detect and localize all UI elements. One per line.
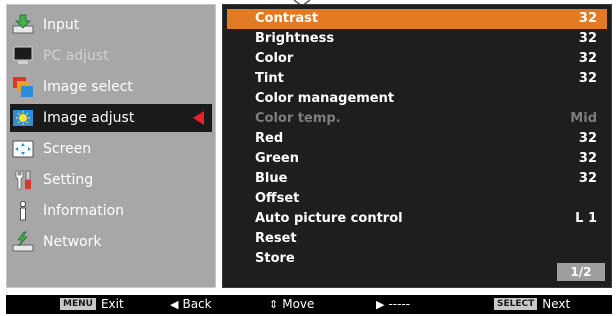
menu-label-image-select: Image select — [43, 79, 133, 95]
menu-label-pc-adjust: PC adjust — [43, 48, 109, 64]
menu-label-screen: Screen — [43, 141, 92, 157]
menu-item-pc-adjust[interactable]: PC adjust — [10, 42, 212, 70]
row-label-brightness: Brightness — [255, 31, 335, 46]
row-reset[interactable]: Reset — [227, 229, 607, 249]
up-down-arrow-icon: ⇕ — [269, 297, 279, 311]
row-value-tint: 32 — [578, 71, 597, 86]
menu-label-setting: Setting — [43, 172, 94, 188]
select-key-icon: SELECT — [494, 298, 538, 310]
row-color-management[interactable]: Color management — [227, 89, 607, 109]
row-label-contrast: Contrast — [255, 11, 319, 26]
row-label-store: Store — [255, 251, 295, 266]
menu-item-network[interactable]: Network — [10, 228, 212, 256]
row-color[interactable]: Color 32 — [227, 49, 607, 69]
information-icon — [19, 201, 26, 221]
menu-label-image-adjust: Image adjust — [43, 110, 135, 126]
input-icon — [12, 14, 34, 34]
hint-exit: MENU Exit — [60, 297, 124, 311]
row-blue[interactable]: Blue 32 — [227, 169, 607, 189]
row-value-green: 32 — [578, 151, 597, 166]
hint-exit-label: Exit — [100, 297, 124, 311]
row-tint[interactable]: Tint 32 — [227, 69, 607, 89]
row-contrast[interactable]: Contrast 32 — [227, 9, 607, 29]
menu-item-image-select[interactable]: Image select — [10, 73, 212, 101]
row-value-brightness: 32 — [578, 31, 597, 46]
pc-adjust-icon — [13, 46, 33, 64]
row-value-color: 32 — [578, 51, 597, 66]
row-value-contrast: 32 — [578, 11, 597, 26]
image-adjust-panel: Contrast 32 Brightness 32 Color 32 Tint … — [222, 4, 612, 288]
row-offset[interactable]: Offset — [227, 189, 607, 209]
key-guide-bar: MENU Exit ◀ Back ⇕ Move ▶ ----- SELECT N… — [6, 295, 612, 314]
row-label-red: Red — [255, 131, 284, 146]
network-icon — [12, 231, 34, 252]
row-label-color-temp: Color temp. — [255, 111, 341, 126]
hint-next: SELECT Next — [494, 297, 570, 311]
row-auto-picture-control[interactable]: Auto picture control L 1 — [227, 209, 607, 229]
menu-item-information[interactable]: Information — [10, 197, 212, 225]
row-value-blue: 32 — [578, 171, 597, 186]
hint-back-label: Back — [182, 297, 212, 311]
row-red[interactable]: Red 32 — [227, 129, 607, 149]
menu-key-icon: MENU — [60, 298, 96, 310]
row-store[interactable]: Store — [227, 249, 607, 269]
menu-label-network: Network — [43, 234, 102, 250]
menu-item-screen[interactable]: Screen — [10, 135, 212, 163]
menu-item-input[interactable]: Input — [10, 11, 212, 39]
projector-osd-menu: Input PC adjust Image select Image adjus… — [0, 0, 616, 316]
screen-icon — [12, 140, 34, 158]
row-value-auto-picture-control: L 1 — [575, 211, 597, 226]
row-value-color-temp: Mid — [570, 111, 597, 126]
row-brightness[interactable]: Brightness 32 — [227, 29, 607, 49]
main-menu-panel: Input PC adjust Image select Image adjus… — [6, 4, 216, 288]
menu-item-setting[interactable]: Setting — [10, 166, 212, 194]
hint-right: ▶ ----- — [376, 297, 410, 311]
hint-right-label: ----- — [388, 297, 411, 311]
row-label-color-management: Color management — [255, 91, 395, 106]
row-label-reset: Reset — [255, 231, 297, 246]
hint-move: ⇕ Move — [269, 297, 314, 311]
menu-label-input: Input — [43, 17, 80, 33]
row-color-temp: Color temp. Mid — [227, 109, 607, 129]
row-label-green: Green — [255, 151, 299, 166]
page-indicator: 1/2 — [557, 263, 605, 281]
row-label-color: Color — [255, 51, 294, 66]
image-select-icon — [13, 77, 33, 97]
hint-next-label: Next — [542, 297, 571, 311]
row-label-offset: Offset — [255, 191, 300, 206]
menu-item-image-adjust[interactable]: Image adjust — [10, 104, 212, 132]
row-green[interactable]: Green 32 — [227, 149, 607, 169]
menu-label-information: Information — [43, 203, 125, 219]
row-label-auto-picture-control: Auto picture control — [255, 211, 403, 226]
left-arrow-icon: ◀ — [170, 297, 179, 311]
selection-arrow-icon — [193, 111, 204, 125]
row-label-tint: Tint — [255, 71, 284, 86]
row-value-red: 32 — [578, 131, 597, 146]
row-label-blue: Blue — [255, 171, 288, 186]
right-arrow-icon: ▶ — [376, 297, 385, 311]
hint-move-label: Move — [282, 297, 315, 311]
image-adjust-icon — [13, 110, 33, 126]
hint-back: ◀ Back — [170, 297, 212, 311]
setting-icon — [15, 170, 31, 190]
